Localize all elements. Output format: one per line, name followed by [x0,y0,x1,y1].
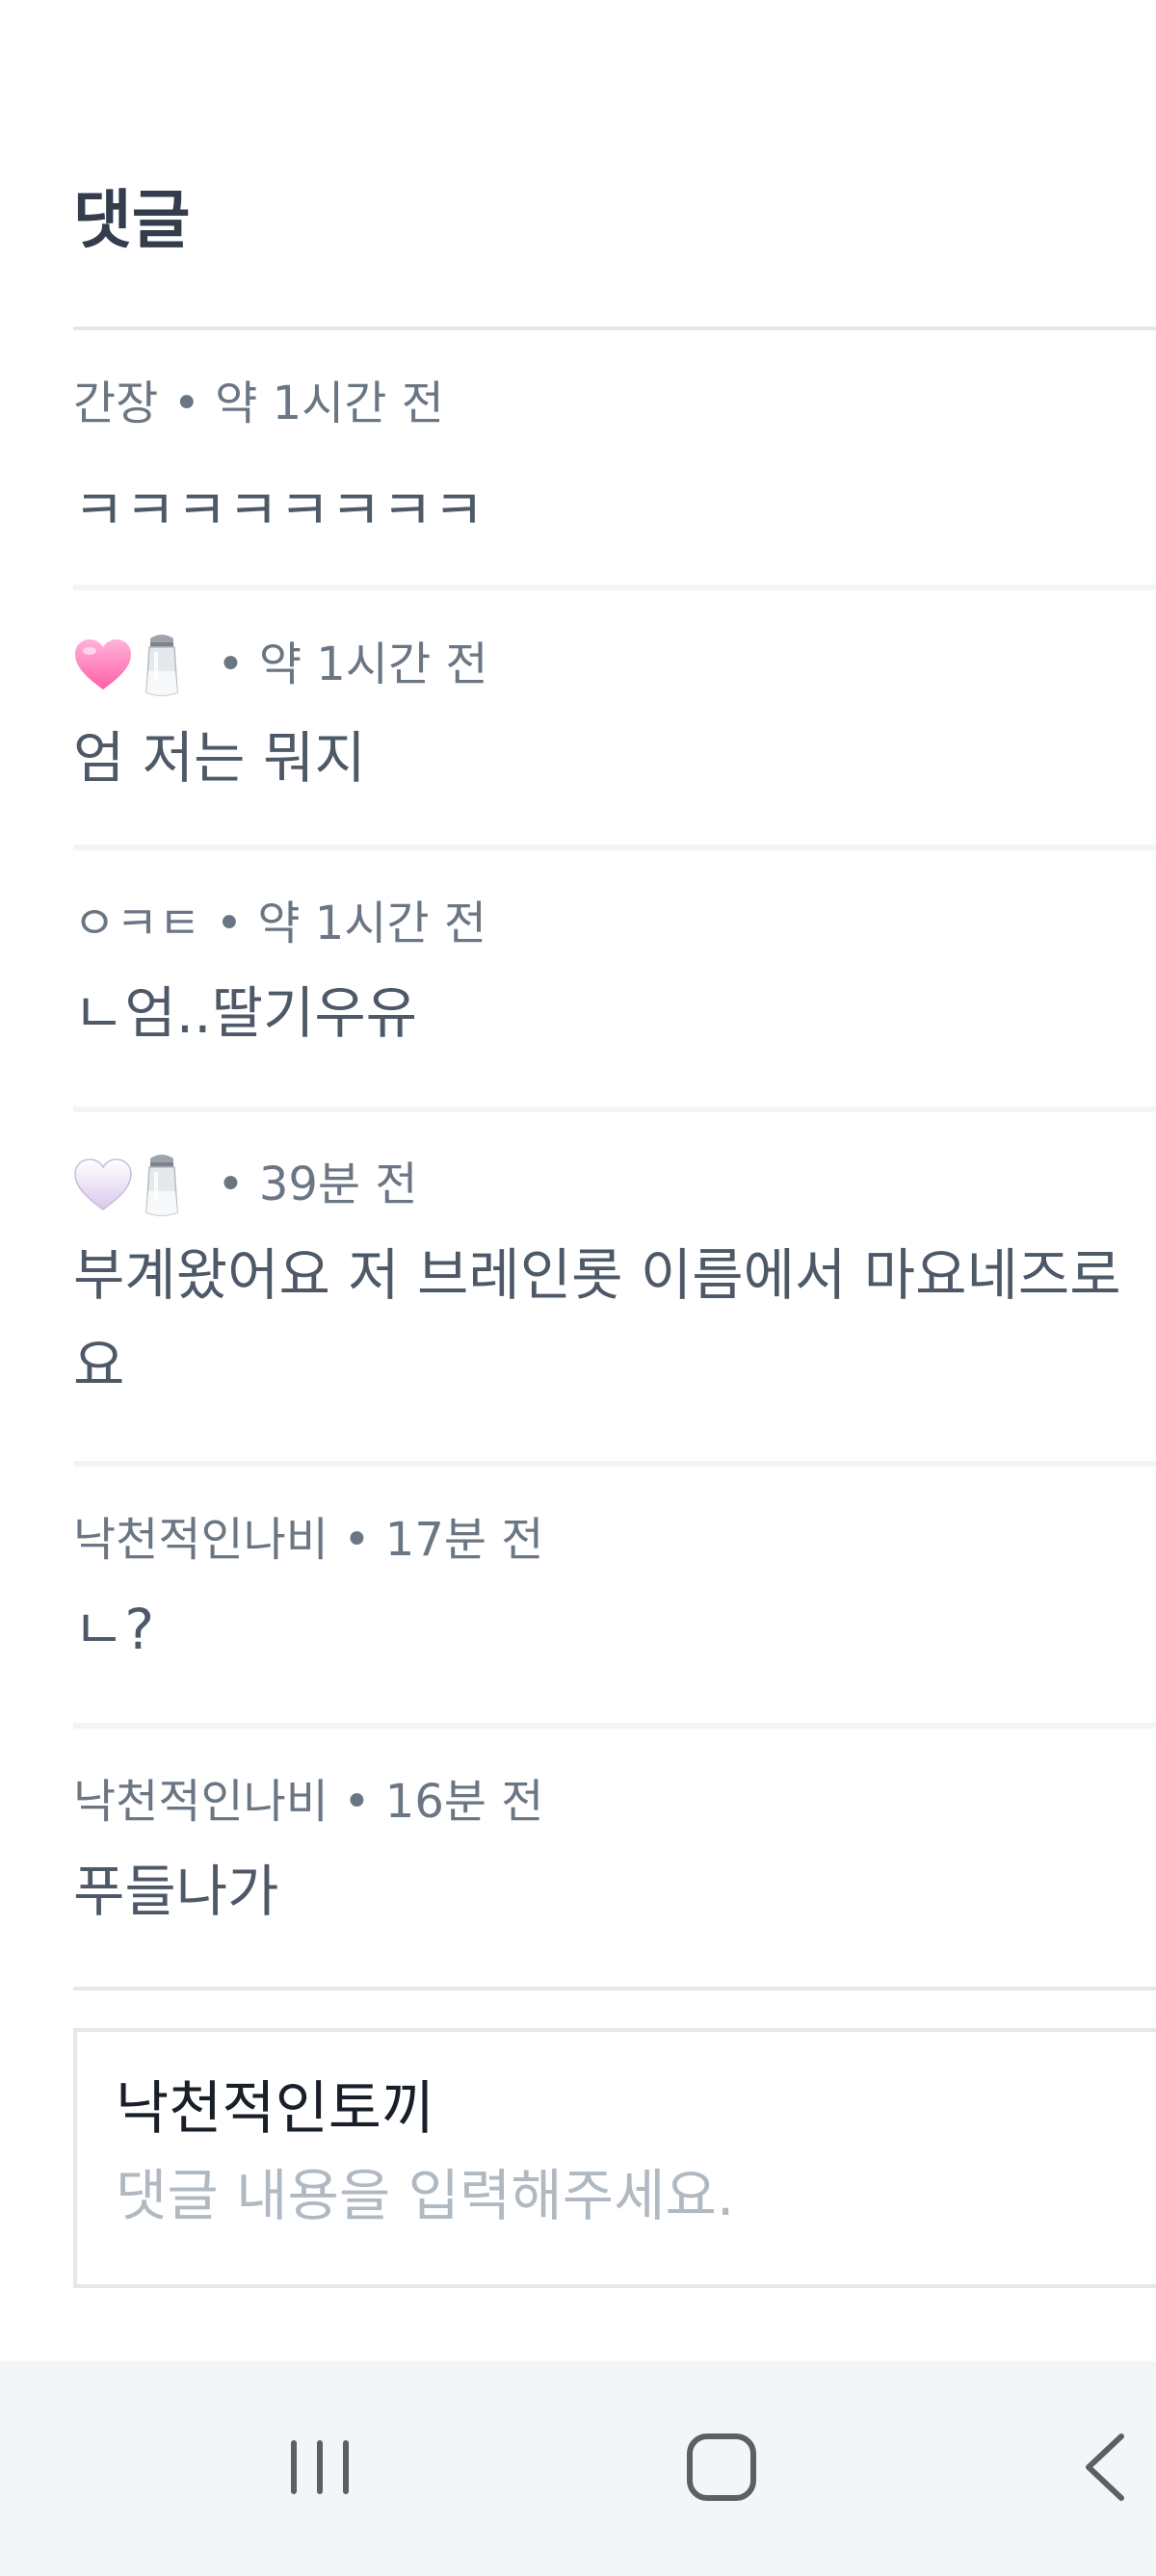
meta-separator: • [328,1775,385,1829]
meta-separator: • [202,637,259,691]
comment-list: 간장 • 약 1시간 전 ㅋㅋㅋㅋㅋㅋㅋㅋ • 약 1시간 전 엄 저는 뭐지 … [73,330,1156,1991]
comment-body: 엄 저는 뭐지 [73,725,366,791]
comment-body: 푸들나가 [73,1859,279,1924]
comment-body: ㅋㅋㅋㅋㅋㅋㅋㅋ [73,478,485,543]
pink-heart-icon[interactable] [73,637,133,691]
comment-meta: 낙천적인나비 • 17분 전 [73,1517,543,1563]
comment-time: 약 1시간 전 [258,637,488,691]
comment-time: 약 1시간 전 [215,377,444,430]
comment-meta: ㅇㅋㅌ • 약 1시간 전 [73,900,486,947]
comment-item: 간장 • 약 1시간 전 ㅋㅋㅋㅋㅋㅋㅋㅋ [73,330,1156,590]
comment-author[interactable]: 간장 [73,380,158,427]
comment-body-line: 부계왔어요 저 브레인롯 이름에서 마요네즈로 [73,1242,1121,1308]
back-icon [1079,2429,1137,2506]
recent-apps-button[interactable] [262,2419,378,2515]
comments-page: 댓글 간장 • 약 1시간 전 ㅋㅋㅋㅋㅋㅋㅋㅋ • 약 1시간 전 엄 저는 … [0,0,1156,2576]
comment-item: ㅇㅋㅌ • 약 1시간 전 ㄴ엄..딸기우유 [73,850,1156,1112]
comment-author[interactable]: 낙천적인나비 [73,1779,328,1825]
comment-time: 39분 전 [258,1158,418,1211]
comment-body: ㄴ? [73,1597,155,1662]
comment-meta: 간장 • 약 1시간 전 [73,380,444,427]
meta-separator: • [200,897,258,950]
section-title: 댓글 [73,183,191,257]
comment-meta: • 약 1시간 전 [73,631,488,698]
comment-body-line: 요 [73,1333,125,1398]
comment-input-box[interactable]: 낙천적인토끼 [73,2028,1156,2288]
comment-body: ㄴ엄..딸기우유 [73,980,418,1046]
comment-item: 낙천적인나비 • 17분 전 ㄴ? [73,1467,1156,1729]
comment-input-field[interactable] [116,2157,1127,2234]
meta-separator: • [328,1513,385,1567]
comment-time: 17분 전 [384,1513,544,1567]
comment-body: 부계왔어요 저 브레인롯 이름에서 마요네즈로 요 [73,1230,1121,1411]
recent-apps-icon [281,2429,358,2506]
salt-shaker-icon [141,631,183,698]
white-heart-icon[interactable] [73,1158,133,1211]
comment-item: 낙천적인나비 • 16분 전 푸들나가 [73,1729,1156,1991]
comment-item: • 39분 전 부계왔어요 저 브레인롯 이름에서 마요네즈로 요 [73,1112,1156,1467]
back-button[interactable] [1079,2419,1156,2515]
comment-author[interactable]: 낙천적인나비 [73,1517,328,1563]
comment-input-username: 낙천적인토끼 [116,2075,435,2143]
salt-shaker-icon [141,1151,183,1218]
home-icon [684,2429,761,2506]
meta-separator: • [202,1158,259,1211]
home-button[interactable] [665,2419,780,2515]
comment-time: 약 1시간 전 [257,897,487,950]
meta-separator: • [158,377,216,430]
comment-time: 16분 전 [384,1775,544,1829]
comment-item: • 약 1시간 전 엄 저는 뭐지 [73,590,1156,850]
system-nav-bar [0,2361,1156,2576]
comment-meta: 낙천적인나비 • 16분 전 [73,1779,543,1825]
comment-meta: • 39분 전 [73,1151,417,1218]
comment-author[interactable]: ㅇㅋㅌ [73,900,200,947]
